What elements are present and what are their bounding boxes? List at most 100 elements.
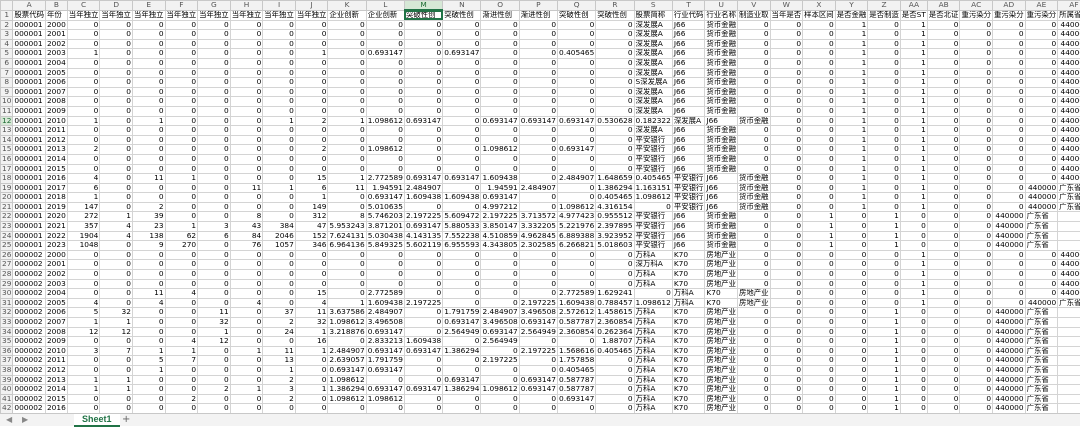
cell-f29[interactable]: 0 (165, 279, 198, 289)
cell-w4[interactable]: 0 (770, 39, 803, 49)
cell-z15[interactable]: 0 (868, 145, 901, 155)
cell-p39[interactable]: 0.693147 (519, 375, 557, 385)
cell-j19[interactable]: 6 (295, 183, 328, 193)
cell-m3[interactable]: 0 (404, 30, 442, 40)
cell-u10[interactable]: 货币金融 (705, 97, 738, 107)
cell-i14[interactable]: 0 (263, 135, 296, 145)
cell-e34[interactable]: 0 (132, 327, 165, 337)
cell-h19[interactable]: 11 (230, 183, 263, 193)
cell-o20[interactable]: 0.693147 (481, 193, 519, 203)
cell-ac21[interactable]: 0 (960, 202, 993, 212)
cell-ac8[interactable]: 0 (960, 78, 993, 88)
cell-a14[interactable]: 000001 (13, 135, 46, 145)
cell-f35[interactable]: 4 (165, 337, 198, 347)
cell-u24[interactable]: 货币金融 (705, 231, 738, 241)
cell-o21[interactable]: 4.997212 (481, 202, 519, 212)
cell-aa16[interactable]: 1 (900, 154, 927, 164)
cell-g38[interactable]: 0 (198, 365, 231, 375)
cell-m37[interactable]: 0 (404, 356, 442, 366)
cell-l24[interactable]: 5.030438 (366, 231, 404, 241)
cell-q18[interactable]: 2.484907 (558, 174, 596, 184)
cell-m35[interactable]: 1.609438 (404, 337, 442, 347)
column-header-v[interactable]: V (737, 1, 770, 11)
cell-j17[interactable]: 0 (295, 164, 328, 174)
row-header[interactable]: 25 (1, 241, 13, 251)
cell-m32[interactable]: 0 (404, 308, 442, 318)
cell-ab25[interactable]: 0 (927, 241, 960, 251)
cell-aa14[interactable]: 1 (900, 135, 927, 145)
cell-r16[interactable]: 0 (596, 154, 634, 164)
cell-b33[interactable]: 2007 (45, 318, 67, 328)
cell-n8[interactable]: 0 (443, 78, 481, 88)
cell-s37[interactable]: 万科A (634, 356, 672, 366)
cell-i16[interactable]: 0 (263, 154, 296, 164)
cell-aa2[interactable]: 1 (900, 20, 927, 30)
cell-s3[interactable]: 深发展A (634, 30, 672, 40)
cell-z41[interactable]: 1 (868, 394, 901, 404)
cell-x33[interactable]: 0 (803, 318, 836, 328)
cell-e7[interactable]: 0 (132, 68, 165, 78)
cell-ac10[interactable]: 0 (960, 97, 993, 107)
cell-s38[interactable]: 万科A (634, 365, 672, 375)
cell-ad19[interactable]: 0 (993, 183, 1026, 193)
cell-m16[interactable]: 0 (404, 154, 442, 164)
cell-af27[interactable]: 440000 (1058, 260, 1080, 270)
cell-w30[interactable]: 0 (770, 289, 803, 299)
cell-o12[interactable]: 0.693147 (481, 116, 519, 126)
cell-t21[interactable]: 平安银行 (672, 202, 705, 212)
cell-ab7[interactable]: 0 (927, 68, 960, 78)
cell-l6[interactable]: 0 (366, 58, 404, 68)
cell-r34[interactable]: 0.262364 (596, 327, 634, 337)
cell-u20[interactable]: J66 (705, 193, 738, 203)
cell-v24[interactable]: 0 (737, 231, 770, 241)
cell-j39[interactable]: 0 (295, 375, 328, 385)
cell-y14[interactable]: 1 (835, 135, 868, 145)
cell-y25[interactable]: 0 (835, 241, 868, 251)
cell-a4[interactable]: 000001 (13, 39, 46, 49)
cell-l30[interactable]: 2.772589 (366, 289, 404, 299)
cell-x16[interactable]: 0 (803, 154, 836, 164)
cell-q1[interactable]: 突破性创 (558, 10, 596, 20)
cell-j1[interactable]: 当年独立 (295, 10, 328, 20)
cell-s2[interactable]: 深发展A (634, 20, 672, 30)
cell-w10[interactable]: 0 (770, 97, 803, 107)
cell-r22[interactable]: 0.955512 (596, 212, 634, 222)
cell-q6[interactable]: 0 (558, 58, 596, 68)
cell-x21[interactable]: 0 (803, 202, 836, 212)
cell-n9[interactable]: 0 (443, 87, 481, 97)
row-header[interactable]: 41 (1, 394, 13, 404)
cell-q27[interactable]: 0 (558, 260, 596, 270)
cell-z36[interactable]: 1 (868, 346, 901, 356)
cell-b13[interactable]: 2011 (45, 126, 67, 136)
cell-b6[interactable]: 2004 (45, 58, 67, 68)
cell-b26[interactable]: 2000 (45, 250, 67, 260)
cell-h2[interactable]: 0 (230, 20, 263, 30)
cell-ab29[interactable]: 0 (927, 279, 960, 289)
cell-ae13[interactable]: 0 (1025, 126, 1058, 136)
cell-ac18[interactable]: 0 (960, 174, 993, 184)
cell-a12[interactable]: 000001 (13, 116, 46, 126)
cell-i19[interactable]: 1 (263, 183, 296, 193)
cell-u7[interactable]: 货币金融 (705, 68, 738, 78)
cell-ac42[interactable]: 0 (960, 404, 993, 413)
cell-ac22[interactable]: 0 (960, 212, 993, 222)
cell-h17[interactable]: 0 (230, 164, 263, 174)
cell-x30[interactable]: 0 (803, 289, 836, 299)
cell-ac37[interactable]: 0 (960, 356, 993, 366)
cell-b20[interactable]: 2018 (45, 193, 67, 203)
cell-y28[interactable]: 0 (835, 270, 868, 280)
row-header[interactable]: 1 (1, 10, 13, 20)
cell-n2[interactable]: 0 (443, 20, 481, 30)
cell-w20[interactable]: 0 (770, 193, 803, 203)
cell-ae36[interactable]: 广东省 (1025, 346, 1058, 356)
cell-p27[interactable]: 0 (519, 260, 557, 270)
cell-l27[interactable]: 0 (366, 260, 404, 270)
cell-aa7[interactable]: 1 (900, 68, 927, 78)
cell-j41[interactable]: 0 (295, 394, 328, 404)
row-header[interactable]: 7 (1, 68, 13, 78)
cell-o2[interactable]: 0 (481, 20, 519, 30)
cell-i35[interactable]: 0 (263, 337, 296, 347)
row-header[interactable]: 36 (1, 346, 13, 356)
cell-d11[interactable]: 0 (100, 106, 133, 116)
cell-n12[interactable]: 0 (443, 116, 481, 126)
